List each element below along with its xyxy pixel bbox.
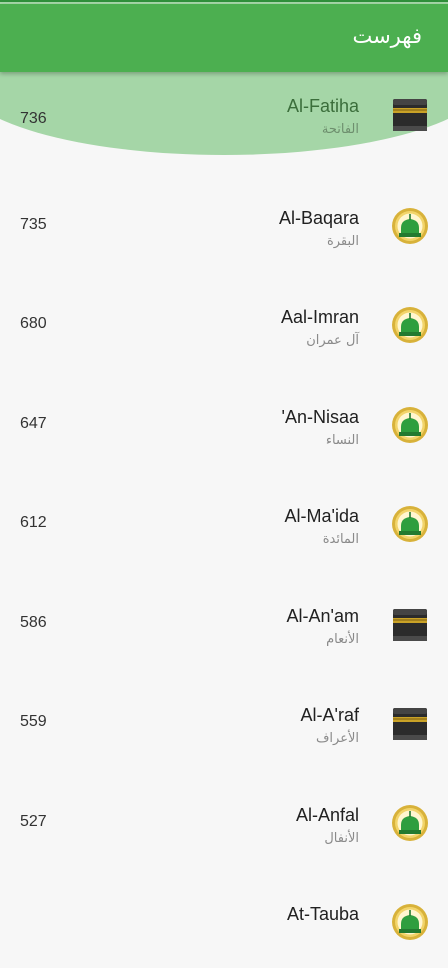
app-bar: فهرست: [0, 4, 448, 72]
surah-arabic-name: النساء: [325, 432, 359, 448]
medina-mosque-icon: [392, 207, 428, 244]
surah-arabic-name: الأنفال: [324, 830, 359, 846]
verse-count: 527: [20, 812, 47, 830]
surah-row-al-baqara[interactable]: 735 Al-Baqara البقرة: [0, 172, 448, 272]
surah-list[interactable]: 736 Al-Fatiha الفاتحة 735 Al-Baqara البق…: [0, 2, 448, 968]
kaaba-icon: [393, 708, 427, 740]
surah-name: Al-Baqara: [278, 207, 359, 228]
verse-count: 612: [20, 514, 47, 531]
surah-arabic-name: البقرة: [326, 233, 359, 249]
surah-name: Al-A'raf: [300, 705, 359, 725]
verse-count: 647: [20, 414, 47, 432]
medina-mosque-icon: [392, 406, 428, 443]
surah-name: Al-Fatiha: [286, 96, 359, 116]
surah-row-al-araf[interactable]: 559 Al-A'raf الأعراف: [0, 669, 448, 769]
surah-arabic-name: آل عمران: [306, 333, 359, 348]
medina-mosque-icon: [392, 804, 428, 841]
surah-row-an-nisaa[interactable]: 647 'An-Nisaa النساء: [0, 371, 448, 471]
surah-name: Al-Anfal: [295, 804, 359, 825]
surah-name: At-Tauba: [286, 904, 359, 924]
surah-row-al-anam[interactable]: 586 Al-An'am الأنعام: [0, 570, 448, 670]
kaaba-icon: [393, 99, 427, 131]
verse-count: 736: [20, 110, 47, 127]
kaaba-icon: [393, 608, 427, 641]
page-title: فهرست: [352, 24, 422, 48]
surah-arabic-name: الأنعام: [326, 631, 359, 647]
surah-row-al-fatiha[interactable]: 736 Al-Fatiha الفاتحة: [0, 2, 448, 172]
surah-row-al-maida[interactable]: 612 Al-Ma'ida المائدة: [0, 470, 448, 570]
surah-arabic-name: الفاتحة: [321, 122, 359, 137]
surah-name: Al-Ma'ida: [284, 506, 359, 526]
surah-row-aal-imran[interactable]: 680 Aal-Imran آل عمران: [0, 271, 448, 371]
verse-count: 559: [20, 713, 47, 730]
surah-row-al-anfal[interactable]: 527 Al-Anfal الأنفال: [0, 769, 448, 869]
surah-name: Al-An'am: [286, 605, 359, 626]
medina-mosque-icon: [392, 506, 428, 542]
surah-row-at-tauba[interactable]: At-Tauba: [0, 868, 448, 968]
surah-arabic-name: الأعراف: [315, 731, 359, 746]
medina-mosque-icon: [392, 904, 428, 940]
surah-name: 'An-Nisaa: [281, 406, 359, 427]
surah-name: Aal-Imran: [280, 307, 359, 327]
verse-count: 586: [20, 613, 47, 631]
verse-count: 680: [20, 315, 47, 332]
medina-mosque-icon: [392, 307, 428, 343]
verse-count: 735: [20, 215, 47, 233]
surah-arabic-name: المائدة: [322, 532, 359, 547]
